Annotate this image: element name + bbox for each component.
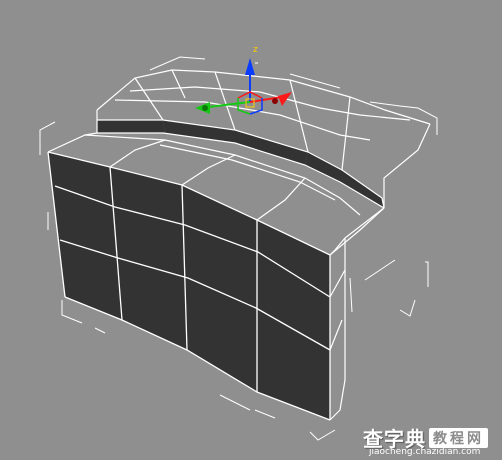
z-axis-label: z <box>253 45 258 55</box>
yz-plane-handle[interactable] <box>237 98 251 115</box>
y-axis-knob <box>202 105 208 111</box>
3d-viewport[interactable]: z <box>0 0 502 460</box>
right-face-edges <box>329 207 385 421</box>
viewport-canvas[interactable]: z <box>0 0 502 460</box>
x-axis-knob <box>272 98 278 104</box>
site-watermark: 查字典 教程网 jiaocheng.chazidian.com <box>363 423 499 458</box>
x-axis-arrow-icon[interactable] <box>278 92 292 106</box>
watermark-url: jiaocheng.chazidian.com <box>369 447 481 457</box>
front-face <box>48 152 330 420</box>
z-axis-arrow-icon[interactable] <box>245 58 255 75</box>
watermark-box-text: 教程网 <box>429 428 488 448</box>
transform-gizmo[interactable]: z <box>195 45 292 115</box>
